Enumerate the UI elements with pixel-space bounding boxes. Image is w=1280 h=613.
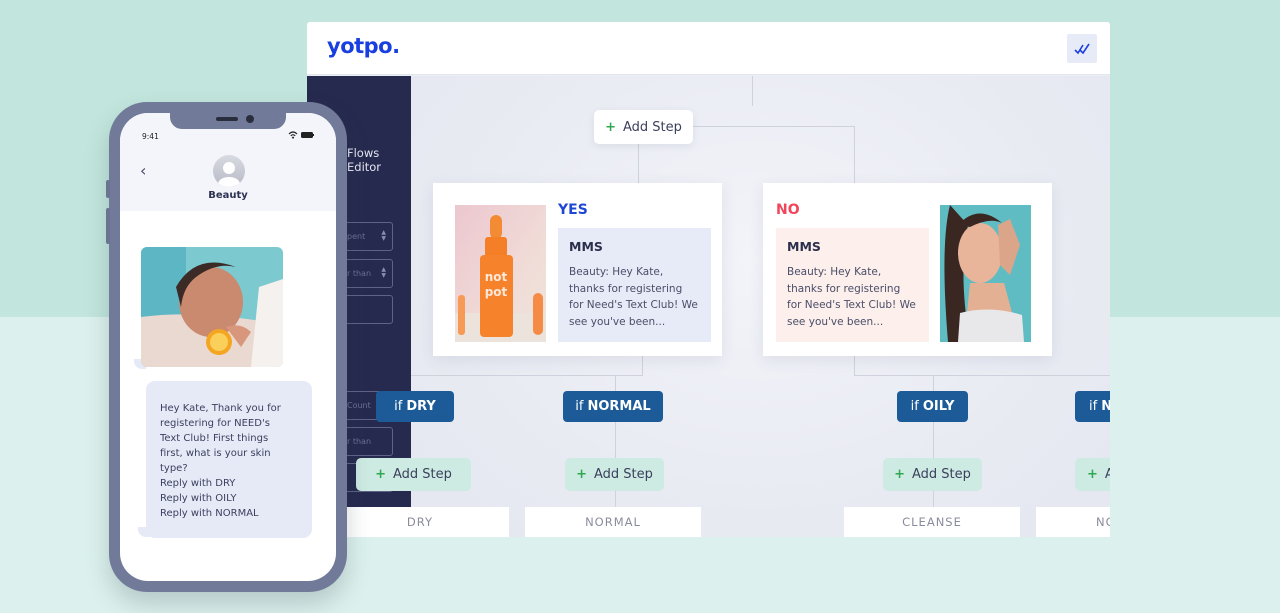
step-tag-cleanse[interactable]: CLEANSE — [844, 507, 1020, 537]
condition-value: NORMAL — [1101, 399, 1110, 414]
message-line: Hey Kate, Thank you for — [160, 403, 281, 414]
connector-line — [411, 375, 643, 376]
add-step-button[interactable]: + Add Step — [356, 458, 471, 491]
add-step-button[interactable]: + Add Step — [594, 110, 693, 144]
yotpo-logo[interactable]: yotpo. — [327, 34, 400, 58]
step-tag-normal-2[interactable]: NORMAL — [1036, 507, 1110, 537]
chevron-left-icon[interactable]: ‹ — [140, 161, 146, 180]
camera — [246, 115, 254, 123]
plus-icon: + — [605, 119, 616, 135]
add-step-label: Add Step — [623, 119, 682, 135]
double-check-icon — [1074, 43, 1090, 54]
mms-message-preview: MMS Beauty: Hey Kate, thanks for registe… — [558, 228, 711, 342]
wifi-icon — [288, 131, 298, 139]
message-line: Reply with DRY — [160, 478, 236, 489]
message-type: MMS — [569, 239, 603, 254]
connector-line — [752, 76, 753, 106]
sidebar-title-line1: Flows — [347, 146, 380, 160]
flow-canvas: + Add Step not pot YES MMS Beauty: Hey K… — [331, 76, 1110, 537]
message-line: first, what is your skin — [160, 448, 271, 459]
add-step-button[interactable]: + Add Step — [883, 458, 982, 491]
battery-icon — [301, 132, 314, 138]
sidebar-title: Flows Editor — [347, 146, 381, 174]
app-header: yotpo. — [307, 22, 1110, 75]
plus-icon: + — [1087, 467, 1098, 482]
updown-arrow-icon: ▲▼ — [381, 266, 386, 279]
message-line: Text Club! First things — [160, 433, 269, 444]
sidebar-title-line2: Editor — [347, 160, 382, 174]
condition-prefix: if — [1089, 399, 1098, 414]
condition-button-normal[interactable]: if NORMAL — [563, 391, 663, 422]
plus-icon: + — [375, 467, 386, 482]
branch-label-no: NO — [776, 202, 800, 218]
message-bubble: Hey Kate, Thank you for registering for … — [146, 381, 312, 538]
connector-line — [854, 375, 1110, 376]
add-step-button[interactable]: + Add Step — [1075, 458, 1110, 491]
phone-side-button — [106, 180, 110, 198]
condition-prefix: if — [575, 399, 584, 414]
message-type: MMS — [787, 239, 821, 254]
phone-side-button — [106, 208, 110, 244]
field-value: pent — [347, 232, 366, 241]
add-step-label: Add Step — [393, 467, 452, 482]
message-text: Beauty: Hey Kate, thanks for registering… — [569, 266, 698, 328]
add-step-label: Add Step — [912, 467, 971, 482]
branch-card-no[interactable]: NO MMS Beauty: Hey Kate, thanks for regi… — [763, 183, 1052, 356]
message-text: Beauty: Hey Kate, thanks for registering… — [787, 266, 916, 328]
plus-icon: + — [894, 467, 905, 482]
message-line: registering for NEED's — [160, 418, 270, 429]
condition-prefix: if — [394, 399, 403, 414]
flows-editor-window: yotpo. Flows Editor pent ▲ ▼ r than ▲ ▼ Coun… — [307, 22, 1110, 537]
add-step-label: Add Step — [1104, 467, 1110, 482]
orange-serum-bottle-photo: not pot — [455, 205, 546, 342]
condition-value: NORMAL — [587, 399, 651, 414]
message-line: Reply with OILY — [160, 493, 237, 504]
condition-button-normal-2[interactable]: ifNORMAL — [1075, 391, 1110, 422]
phone-screen: 9:41 ‹ Beauty Hey Kate, Thank you for re… — [120, 113, 336, 581]
connector-line — [854, 126, 855, 183]
status-icons — [288, 131, 314, 139]
svg-text:pot: pot — [485, 285, 508, 299]
contact-name: Beauty — [208, 190, 248, 201]
step-tag-dry[interactable]: DRY — [331, 507, 509, 537]
avatar — [213, 155, 245, 187]
field-value: r than — [347, 437, 372, 446]
woman-with-orange-photo[interactable] — [141, 247, 283, 367]
step-tag-normal[interactable]: NORMAL — [525, 507, 701, 537]
svg-text:not: not — [485, 270, 508, 284]
connector-line — [854, 356, 855, 376]
condition-button-oily[interactable]: if OILY — [897, 391, 968, 422]
mms-message-preview: MMS Beauty: Hey Kate, thanks for registe… — [776, 228, 929, 342]
add-step-label: Add Step — [594, 467, 653, 482]
connector-line — [642, 356, 643, 376]
field-value: r than — [347, 269, 372, 278]
woman-skincare-photo — [940, 205, 1031, 342]
status-time: 9:41 — [142, 132, 159, 141]
header-action-button[interactable] — [1067, 34, 1097, 63]
message-line: type? — [160, 463, 188, 474]
user-icon — [218, 162, 240, 187]
add-step-button[interactable]: + Add Step — [565, 458, 664, 491]
field-value: Count — [347, 401, 371, 410]
phone-notch — [170, 113, 286, 129]
speaker — [216, 117, 238, 121]
updown-arrow-icon: ▲▼ — [381, 229, 386, 242]
message-line: Reply with NORMAL — [160, 508, 259, 519]
phone-mockup: 9:41 ‹ Beauty Hey Kate, Thank you for re… — [106, 102, 347, 592]
condition-value: OILY — [922, 399, 955, 414]
branch-card-yes[interactable]: not pot YES MMS Beauty: Hey Kate, thanks… — [433, 183, 722, 356]
branch-label-yes: YES — [558, 202, 588, 218]
plus-icon: + — [576, 467, 587, 482]
condition-value: DRY — [406, 399, 436, 414]
condition-prefix: if — [910, 399, 919, 414]
condition-button-dry[interactable]: if DRY — [376, 391, 454, 422]
